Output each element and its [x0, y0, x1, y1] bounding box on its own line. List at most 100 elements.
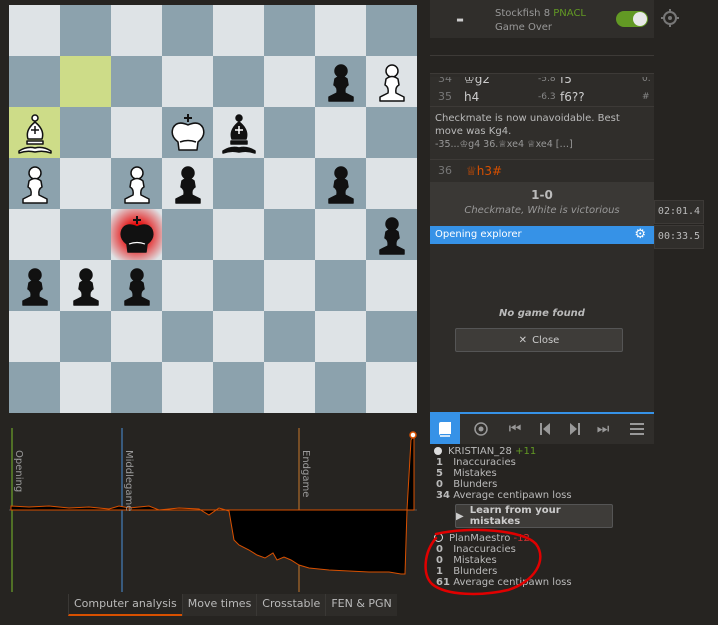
square-g1[interactable] [315, 362, 366, 413]
white-pawn-icon[interactable] [9, 158, 60, 209]
square-f7[interactable] [264, 56, 315, 107]
black-bishop-icon[interactable] [213, 107, 264, 158]
tab-move-times[interactable]: Move times [181, 594, 257, 616]
analysis-tabs: Computer analysis Move times Crosstable … [68, 594, 397, 616]
tab-fen-pgn[interactable]: FEN & PGN [325, 594, 397, 616]
square-e1[interactable] [213, 362, 264, 413]
explorer-gear-icon[interactable]: ⚙ [634, 227, 646, 242]
square-e4[interactable] [213, 209, 264, 260]
settings-gear-icon[interactable] [660, 8, 680, 28]
square-a7[interactable] [9, 56, 60, 107]
white-move[interactable]: h4 [464, 87, 479, 107]
square-a4[interactable] [9, 209, 60, 260]
square-g8[interactable] [315, 5, 366, 56]
engine-title: Stockfish 8 [495, 8, 551, 19]
white-king-icon[interactable] [162, 107, 213, 158]
opening-explorer-header: Opening explorer ⚙ [430, 226, 654, 244]
square-e8[interactable] [213, 5, 264, 56]
book-icon[interactable] [430, 414, 460, 444]
engine-pv-line-1[interactable] [430, 38, 654, 56]
engine-eval: - [455, 7, 465, 31]
chess-board[interactable] [9, 5, 417, 413]
square-f2[interactable] [264, 311, 315, 362]
square-h6[interactable] [366, 107, 417, 158]
square-f5[interactable] [264, 158, 315, 209]
square-e7[interactable] [213, 56, 264, 107]
white-pawn-icon[interactable] [366, 56, 417, 107]
black-pawn-icon[interactable] [315, 158, 366, 209]
square-a1[interactable] [9, 362, 60, 413]
square-d7[interactable] [162, 56, 213, 107]
engine-target-icon[interactable] [466, 414, 496, 444]
phase-middlegame-label: Middlegame [123, 450, 134, 512]
menu-icon[interactable] [622, 414, 652, 444]
square-g4[interactable] [315, 209, 366, 260]
square-b2[interactable] [60, 311, 111, 362]
previous-move-icon[interactable] [530, 414, 560, 444]
square-d3[interactable] [162, 260, 213, 311]
clock-top: 02:01.4 [654, 200, 704, 224]
square-h2[interactable] [366, 311, 417, 362]
square-b8[interactable] [60, 5, 111, 56]
white-bishop-icon[interactable] [9, 107, 60, 158]
square-e2[interactable] [213, 311, 264, 362]
tab-crosstable[interactable]: Crosstable [256, 594, 326, 616]
eval-graph [9, 428, 417, 592]
tab-computer-analysis[interactable]: Computer analysis [68, 594, 182, 616]
square-c1[interactable] [111, 362, 162, 413]
black-pawn-icon[interactable] [366, 209, 417, 260]
square-f6[interactable] [264, 107, 315, 158]
black-pawn-icon[interactable] [111, 260, 162, 311]
analysis-chart[interactable]: Opening Middlegame Endgame [9, 420, 417, 595]
opening-explorer-title: Opening explorer [435, 229, 522, 240]
opening-explorer: No game found ✕ Close [430, 244, 654, 412]
move-number: 36 [430, 160, 460, 182]
comment-variation[interactable]: -35...♔g4 36.♕xe4 ♕xe4 […] [435, 139, 573, 150]
square-c8[interactable] [111, 5, 162, 56]
black-move[interactable]: f6?? [560, 87, 585, 107]
square-a2[interactable] [9, 311, 60, 362]
square-e3[interactable] [213, 260, 264, 311]
square-g3[interactable] [315, 260, 366, 311]
square-b7[interactable] [60, 56, 111, 107]
first-move-icon[interactable]: ⏮ [500, 414, 530, 444]
square-c7[interactable] [111, 56, 162, 107]
square-f4[interactable] [264, 209, 315, 260]
square-d2[interactable] [162, 311, 213, 362]
white-player-name[interactable]: KRISTIAN_28 [448, 446, 512, 457]
square-h5[interactable] [366, 158, 417, 209]
square-b4[interactable] [60, 209, 111, 260]
square-d4[interactable] [162, 209, 213, 260]
black-king-icon[interactable] [111, 209, 162, 260]
square-b6[interactable] [60, 107, 111, 158]
mate-move[interactable]: ♕h3# [466, 164, 502, 178]
engine-toggle[interactable] [616, 11, 648, 27]
square-h1[interactable] [366, 362, 417, 413]
square-d8[interactable] [162, 5, 213, 56]
square-a8[interactable] [9, 5, 60, 56]
square-c6[interactable] [111, 107, 162, 158]
square-b1[interactable] [60, 362, 111, 413]
clock-bottom: 00:33.5 [654, 225, 704, 249]
square-c2[interactable] [111, 311, 162, 362]
square-g6[interactable] [315, 107, 366, 158]
engine-pv-line-2[interactable] [430, 56, 654, 74]
square-f3[interactable] [264, 260, 315, 311]
square-g2[interactable] [315, 311, 366, 362]
close-button[interactable]: ✕ Close [455, 328, 623, 352]
square-b5[interactable] [60, 158, 111, 209]
black-pawn-icon[interactable] [60, 260, 111, 311]
square-d1[interactable] [162, 362, 213, 413]
black-pawn-icon[interactable] [315, 56, 366, 107]
white-pawn-icon[interactable] [111, 158, 162, 209]
last-move-icon[interactable]: ⏭ [588, 414, 618, 444]
square-f1[interactable] [264, 362, 315, 413]
black-pawn-icon[interactable] [162, 158, 213, 209]
move-number: 35 [430, 87, 460, 107]
square-f8[interactable] [264, 5, 315, 56]
black-pawn-icon[interactable] [9, 260, 60, 311]
square-e5[interactable] [213, 158, 264, 209]
square-h8[interactable] [366, 5, 417, 56]
square-h3[interactable] [366, 260, 417, 311]
next-move-icon[interactable] [560, 414, 590, 444]
